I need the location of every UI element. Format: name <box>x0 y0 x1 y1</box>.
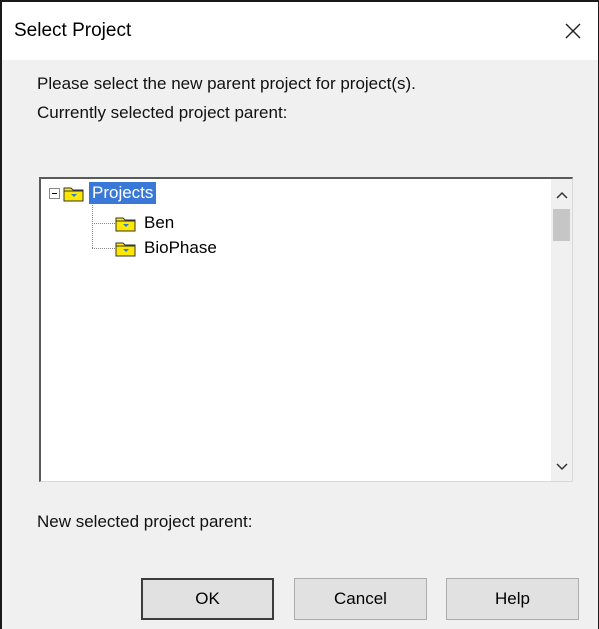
select-project-dialog: Select Project Please select the new par… <box>0 0 599 629</box>
tree-node-biophase[interactable]: BioPhase <box>115 236 220 260</box>
close-button[interactable] <box>556 14 590 48</box>
project-tree[interactable]: Projects Ben BioPhase <box>39 177 573 482</box>
new-parent-label: New selected project parent: <box>37 512 253 531</box>
prompt-text: Please select the new parent project for… <box>37 74 416 93</box>
scroll-up-button[interactable] <box>551 185 572 205</box>
folder-icon <box>115 242 136 257</box>
dialog-title: Select Project <box>14 20 132 41</box>
help-button[interactable]: Help <box>446 578 579 620</box>
collapse-toggle[interactable] <box>49 187 60 199</box>
cancel-button[interactable]: Cancel <box>294 578 427 620</box>
tree-node-label: BioPhase <box>144 238 217 257</box>
tree-node-ben[interactable]: Ben <box>115 211 177 235</box>
tree-node-label: Ben <box>144 213 175 232</box>
chevron-down-icon <box>555 463 568 471</box>
chevron-up-icon <box>555 191 568 199</box>
folder-icon <box>115 217 136 232</box>
folder-icon <box>63 187 84 202</box>
tree-node-label: Projects <box>89 182 157 204</box>
current-parent-label: Currently selected project parent: <box>37 103 288 122</box>
tree-node-projects[interactable]: Projects <box>49 181 157 205</box>
ok-button[interactable]: OK <box>141 578 274 620</box>
title-bar: Select Project <box>2 2 598 60</box>
scroll-thumb[interactable] <box>553 209 570 241</box>
scroll-down-button[interactable] <box>551 457 572 477</box>
vertical-scrollbar[interactable] <box>551 179 572 481</box>
close-icon <box>565 23 581 39</box>
